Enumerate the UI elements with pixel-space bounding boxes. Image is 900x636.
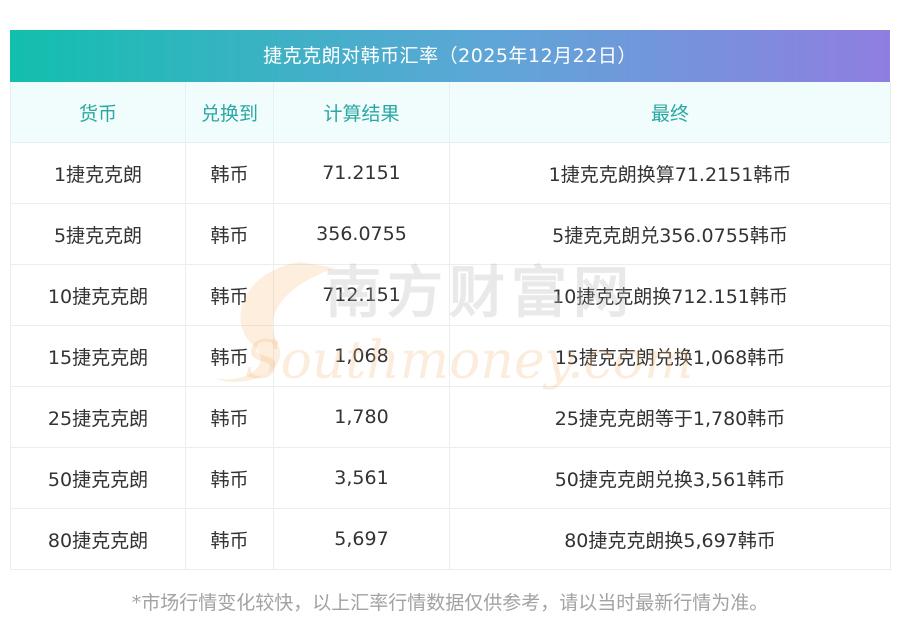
- cell-result: 356.0755: [273, 203, 450, 265]
- cell-result: 3,561: [273, 447, 450, 509]
- table-row: 80捷克克朗 韩币 5,697 80捷克克朗换5,697韩币: [10, 508, 891, 570]
- cell-result: 5,697: [273, 508, 450, 570]
- cell-currency: 15捷克克朗: [10, 325, 186, 387]
- header-convert-to: 兑换到: [185, 82, 274, 143]
- header-result: 计算结果: [273, 82, 450, 143]
- cell-final: 25捷克克朗等于1,780韩币: [449, 386, 891, 448]
- cell-currency: 5捷克克朗: [10, 203, 186, 265]
- header-currency: 货币: [10, 82, 186, 143]
- cell-result: 1,068: [273, 325, 450, 387]
- cell-currency: 1捷克克朗: [10, 142, 186, 204]
- cell-final: 1捷克克朗换算71.2151韩币: [449, 142, 891, 204]
- table-row: 50捷克克朗 韩币 3,561 50捷克克朗兑换3,561韩币: [10, 447, 891, 509]
- table-row: 1捷克克朗 韩币 71.2151 1捷克克朗换算71.2151韩币: [10, 142, 891, 204]
- cell-currency: 50捷克克朗: [10, 447, 186, 509]
- cell-final: 80捷克克朗换5,697韩币: [449, 508, 891, 570]
- cell-target: 韩币: [185, 203, 274, 265]
- cell-currency: 25捷克克朗: [10, 386, 186, 448]
- footnote-disclaimer: *市场行情变化较快，以上汇率行情数据仅供参考，请以当时最新行情为准。: [131, 592, 769, 614]
- rate-table: 货币 兑换到 计算结果 最终 1捷克克朗 韩币 71.2151 1捷克克朗换算7…: [10, 82, 891, 570]
- cell-currency: 80捷克克朗: [10, 508, 186, 570]
- table-row: 5捷克克朗 韩币 356.0755 5捷克克朗兑356.0755韩币: [10, 203, 891, 265]
- table-header-row: 货币 兑换到 计算结果 最终: [10, 82, 891, 143]
- cell-result: 712.151: [273, 264, 450, 326]
- cell-final: 15捷克克朗兑换1,068韩币: [449, 325, 891, 387]
- cell-final: 5捷克克朗兑356.0755韩币: [449, 203, 891, 265]
- cell-target: 韩币: [185, 447, 274, 509]
- table-title: 捷克克朗对韩币汇率（2025年12月22日）: [10, 30, 890, 82]
- cell-final: 50捷克克朗兑换3,561韩币: [449, 447, 891, 509]
- cell-target: 韩币: [185, 264, 274, 326]
- cell-result: 1,780: [273, 386, 450, 448]
- header-final: 最终: [449, 82, 891, 143]
- cell-target: 韩币: [185, 325, 274, 387]
- table-row: 25捷克克朗 韩币 1,780 25捷克克朗等于1,780韩币: [10, 386, 891, 448]
- cell-target: 韩币: [185, 386, 274, 448]
- cell-result: 71.2151: [273, 142, 450, 204]
- table-row: 10捷克克朗 韩币 712.151 10捷克克朗换712.151韩币: [10, 264, 891, 326]
- cell-currency: 10捷克克朗: [10, 264, 186, 326]
- cell-target: 韩币: [185, 142, 274, 204]
- table-row: 15捷克克朗 韩币 1,068 15捷克克朗兑换1,068韩币: [10, 325, 891, 387]
- cell-target: 韩币: [185, 508, 274, 570]
- cell-final: 10捷克克朗换712.151韩币: [449, 264, 891, 326]
- rate-table-container: 捷克克朗对韩币汇率（2025年12月22日） 货币 兑换到 计算结果 最终 1捷…: [10, 30, 891, 570]
